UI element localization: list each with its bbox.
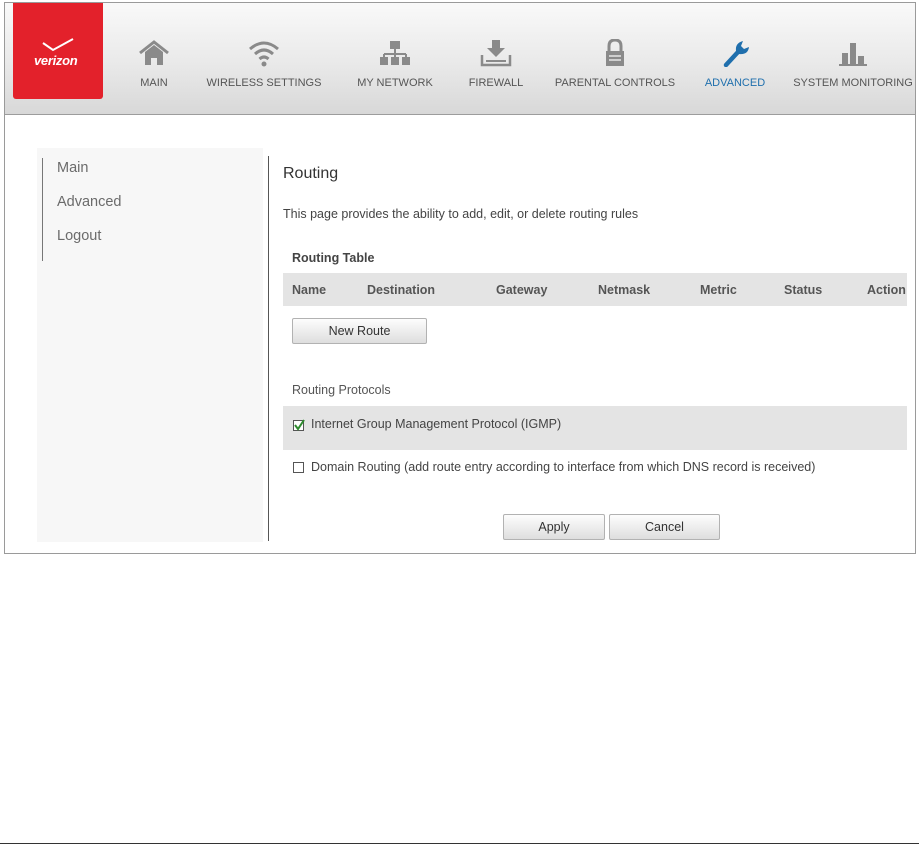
nav-main[interactable]: MAIN: [131, 3, 177, 99]
routing-table-heading: Routing Table: [292, 251, 375, 265]
lock-icon: [606, 39, 624, 66]
sidebar-item-main[interactable]: Main: [57, 160, 88, 176]
igmp-checkbox[interactable]: [293, 419, 305, 431]
column-name: Name: [292, 283, 327, 297]
top-navigation-bar: verizon MAIN WIRELESS SETTINGS MY NETWOR…: [5, 3, 915, 115]
network-icon: [380, 41, 410, 65]
logo-check-mark: [42, 38, 74, 52]
bar-chart-icon: [839, 43, 867, 66]
nav-label-system-monitoring: SYSTEM MONITORING: [793, 77, 913, 89]
nav-system-monitoring[interactable]: SYSTEM MONITORING: [791, 3, 915, 99]
new-route-button[interactable]: New Route: [292, 318, 427, 344]
router-admin-window: verizon MAIN WIRELESS SETTINGS MY NETWOR…: [4, 2, 916, 554]
nav-label-wireless: WIRELESS SETTINGS: [206, 77, 322, 89]
sidebar-divider: [42, 158, 43, 261]
domain-routing-checkbox[interactable]: [293, 462, 304, 473]
column-status: Status: [784, 283, 823, 297]
sidebar-item-logout[interactable]: Logout: [57, 228, 101, 244]
nav-parental-controls[interactable]: PARENTAL CONTROLS: [551, 3, 679, 99]
verizon-logo[interactable]: verizon: [13, 3, 103, 99]
nav-wireless-settings[interactable]: WIRELESS SETTINGS: [201, 3, 327, 99]
page-title: Routing: [283, 165, 339, 182]
protocol-row-igmp: Internet Group Management Protocol (IGMP…: [283, 406, 907, 450]
column-action: Action: [867, 283, 906, 297]
protocol-row-domain-routing: Domain Routing (add route entry accordin…: [283, 451, 907, 495]
column-gateway: Gateway: [496, 283, 548, 297]
nav-label-firewall: FIREWALL: [468, 77, 524, 89]
wifi-icon: [249, 41, 279, 67]
firewall-icon: [480, 40, 512, 67]
nav-label-main: MAIN: [140, 77, 168, 89]
page-bottom-rule: [0, 843, 919, 844]
sidebar: Main Advanced Logout: [37, 148, 263, 542]
nav-my-network[interactable]: MY NETWORK: [351, 3, 439, 99]
apply-button[interactable]: Apply: [503, 514, 605, 540]
nav-firewall[interactable]: FIREWALL: [463, 3, 529, 99]
page-description: This page provides the ability to add, e…: [283, 207, 639, 221]
nav-label-my-network: MY NETWORK: [357, 77, 433, 89]
routing-protocols-heading: Routing Protocols: [292, 383, 391, 397]
checkmark-icon: [294, 419, 305, 431]
domain-routing-label: Domain Routing (add route entry accordin…: [311, 460, 816, 474]
routing-table-header: Name Destination Gateway Netmask Metric …: [283, 273, 907, 306]
column-metric: Metric: [700, 283, 737, 297]
wrench-icon: [723, 41, 749, 67]
sidebar-item-advanced[interactable]: Advanced: [57, 194, 122, 210]
cancel-button[interactable]: Cancel: [609, 514, 720, 540]
column-netmask: Netmask: [598, 283, 651, 297]
igmp-label: Internet Group Management Protocol (IGMP…: [311, 417, 562, 431]
column-destination: Destination: [367, 283, 436, 297]
nav-label-advanced: ADVANCED: [704, 77, 766, 89]
nav-advanced[interactable]: ADVANCED: [699, 3, 771, 99]
content-divider: [268, 156, 269, 541]
nav-label-parental: PARENTAL CONTROLS: [554, 77, 676, 89]
home-icon: [139, 40, 169, 65]
logo-text: verizon: [34, 53, 78, 68]
